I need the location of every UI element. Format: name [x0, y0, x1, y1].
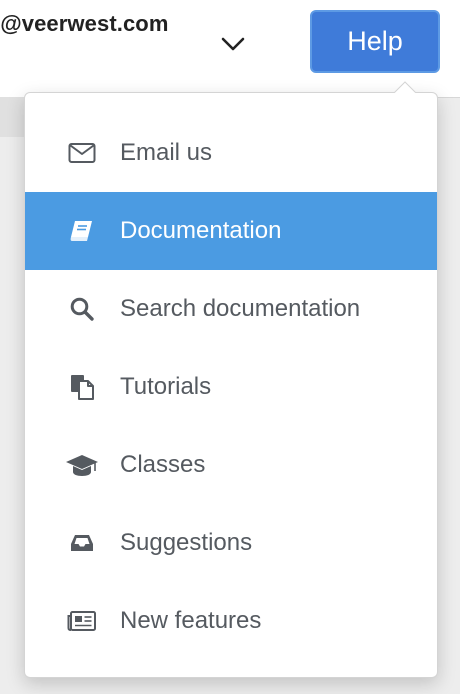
menu-item-label: New features: [120, 607, 262, 634]
help-menu: Email us Documentation Search documentat…: [24, 92, 438, 678]
page-background: [0, 97, 24, 137]
copy-icon: [65, 373, 99, 401]
menu-item-label: Search documentation: [120, 295, 361, 322]
account-email: l@veerwest.com: [0, 11, 169, 36]
chevron-down-icon[interactable]: [218, 33, 248, 55]
help-menu-list: Email us Documentation Search documentat…: [25, 114, 437, 660]
menu-pointer-arrow: [394, 81, 416, 93]
menu-item-label: Classes: [120, 451, 206, 478]
menu-item-search-documentation[interactable]: Search documentation: [25, 270, 437, 348]
menu-item-label: Documentation: [120, 217, 282, 244]
help-button[interactable]: Help: [310, 10, 440, 73]
menu-item-new-features[interactable]: New features: [25, 582, 437, 660]
book-icon: [65, 217, 99, 245]
menu-item-classes[interactable]: Classes: [25, 426, 437, 504]
top-bar: l@veerwest.com Help: [0, 0, 460, 98]
menu-item-label: Email us: [120, 139, 213, 166]
envelope-icon: [65, 139, 99, 167]
newspaper-icon: [65, 607, 99, 635]
graduation-cap-icon: [65, 451, 99, 479]
search-icon: [65, 295, 99, 323]
menu-item-documentation[interactable]: Documentation: [25, 192, 437, 270]
menu-item-email-us[interactable]: Email us: [25, 114, 437, 192]
menu-item-label: Tutorials: [120, 373, 212, 400]
menu-item-tutorials[interactable]: Tutorials: [25, 348, 437, 426]
menu-item-suggestions[interactable]: Suggestions: [25, 504, 437, 582]
inbox-icon: [65, 529, 99, 557]
menu-item-label: Suggestions: [120, 529, 253, 556]
